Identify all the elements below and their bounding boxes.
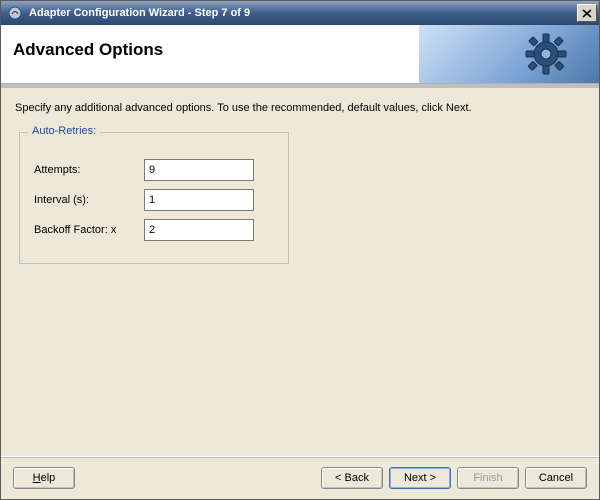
- field-row-attempts: Attempts:: [34, 159, 274, 181]
- app-icon: [7, 5, 23, 21]
- attempts-input[interactable]: [144, 159, 254, 181]
- group-legend: Auto-Retries:: [28, 125, 100, 137]
- help-button[interactable]: Help: [13, 467, 75, 489]
- interval-label: Interval (s):: [34, 194, 144, 206]
- page-title: Advanced Options: [13, 40, 163, 60]
- back-button[interactable]: < Back: [321, 467, 383, 489]
- backoff-input[interactable]: [144, 219, 254, 241]
- wizard-window: Adapter Configuration Wizard - Step 7 of…: [0, 0, 600, 500]
- field-row-backoff: Backoff Factor: x: [34, 219, 274, 241]
- auto-retries-group: Auto-Retries: Attempts: Interval (s): Ba…: [19, 132, 289, 264]
- cancel-button[interactable]: Cancel: [525, 467, 587, 489]
- instruction-text: Specify any additional advanced options.…: [15, 102, 587, 114]
- interval-input[interactable]: [144, 189, 254, 211]
- banner-graphic: [419, 25, 599, 83]
- close-button[interactable]: [577, 4, 597, 22]
- next-button[interactable]: Next >: [389, 467, 451, 489]
- field-row-interval: Interval (s):: [34, 189, 274, 211]
- banner: Advanced Options: [1, 25, 599, 84]
- titlebar: Adapter Configuration Wizard - Step 7 of…: [1, 1, 599, 25]
- content-area: Specify any additional advanced options.…: [1, 88, 599, 456]
- finish-button: Finish: [457, 467, 519, 489]
- button-bar: Help < Back Next > Finish Cancel: [1, 456, 599, 499]
- gear-icon: [523, 31, 569, 80]
- backoff-label: Backoff Factor: x: [34, 224, 144, 236]
- window-title: Adapter Configuration Wizard - Step 7 of…: [29, 7, 577, 19]
- attempts-label: Attempts:: [34, 164, 144, 176]
